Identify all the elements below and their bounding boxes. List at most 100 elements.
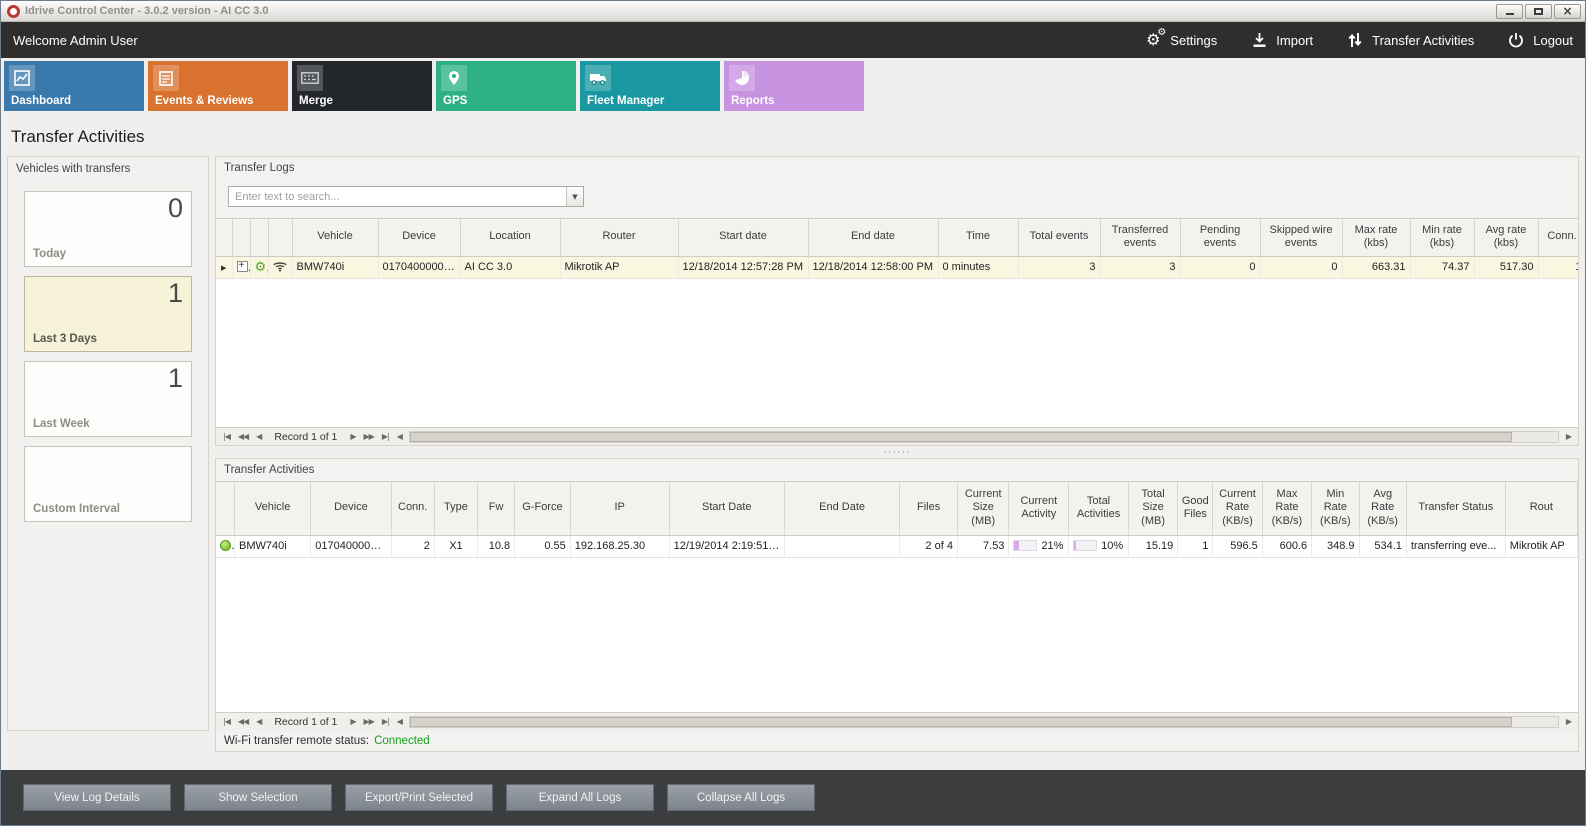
prev-record-button[interactable] xyxy=(253,432,264,441)
import-action[interactable]: Import xyxy=(1249,30,1313,50)
tile-fleet-manager[interactable]: Fleet Manager xyxy=(580,61,720,111)
col-vehicle[interactable]: Vehicle xyxy=(292,219,378,256)
tile-reports-label: Reports xyxy=(731,95,774,107)
cell-current-size: 7.53 xyxy=(957,535,1008,557)
view-log-details-button[interactable]: View Log Details xyxy=(23,784,171,811)
col-min-rate[interactable]: Min Rate (KB/s) xyxy=(1312,482,1359,535)
next-page-button[interactable] xyxy=(361,717,377,726)
wifi-status-line: Wi-Fi transfer remote status: Connected xyxy=(216,730,1578,751)
col-end-date[interactable]: End date xyxy=(808,219,938,256)
cell-total-events: 3 xyxy=(1018,256,1100,278)
cell-router: Mikrotik AP xyxy=(560,256,678,278)
prev-page-button[interactable] xyxy=(235,432,251,441)
col-current-size[interactable]: Current Size (MB) xyxy=(957,482,1008,535)
interval-card-last-week[interactable]: 1 Last Week xyxy=(24,361,192,437)
logs-scrollbar-thumb[interactable] xyxy=(410,432,1512,442)
scroll-right-button[interactable] xyxy=(1563,717,1574,726)
transfer-log-row[interactable]: BMW740i 017040000038 AI CC 3.0 Mikrotik … xyxy=(216,256,1578,278)
activities-horizontal-scrollbar[interactable] xyxy=(409,716,1559,728)
col-g-force[interactable]: G-Force xyxy=(515,482,571,535)
col-total-size[interactable]: Total Size (MB) xyxy=(1128,482,1177,535)
tile-merge[interactable]: Merge xyxy=(292,61,432,111)
cell-gear xyxy=(250,256,268,278)
col-max-rate[interactable]: Max Rate (KB/s) xyxy=(1262,482,1311,535)
first-record-button[interactable] xyxy=(220,432,233,441)
next-record-button[interactable] xyxy=(347,432,358,441)
col-time[interactable]: Time xyxy=(938,219,1018,256)
next-page-button[interactable] xyxy=(361,432,377,441)
interval-card-today[interactable]: 0 Today xyxy=(24,191,192,267)
logs-horizontal-scrollbar[interactable] xyxy=(409,431,1559,443)
import-label: Import xyxy=(1276,33,1313,48)
col-avg-rate[interactable]: Avg rate (kbs) xyxy=(1474,219,1538,256)
col-fw[interactable]: Fw xyxy=(478,482,515,535)
col-end-date[interactable]: End Date xyxy=(784,482,899,535)
col-type[interactable]: Type xyxy=(434,482,477,535)
col-start-date[interactable]: Start Date xyxy=(669,482,784,535)
wifi-status-label: Wi-Fi transfer remote status: xyxy=(224,735,369,747)
next-record-button[interactable] xyxy=(347,717,358,726)
transfer-activities-action[interactable]: Transfer Activities xyxy=(1345,30,1474,50)
search-dropdown-button[interactable] xyxy=(566,187,583,206)
col-good-files[interactable]: Good Files xyxy=(1178,482,1213,535)
export-print-selected-button[interactable]: Export/Print Selected xyxy=(345,784,493,811)
search-input[interactable] xyxy=(229,187,566,206)
gear-icon[interactable] xyxy=(255,260,267,275)
close-button[interactable] xyxy=(1554,4,1581,19)
minimize-button[interactable] xyxy=(1496,4,1523,19)
prev-record-button[interactable] xyxy=(253,717,264,726)
col-transfer-status[interactable]: Transfer Status xyxy=(1406,482,1505,535)
last-record-button[interactable] xyxy=(379,432,392,441)
expand-all-logs-button[interactable]: Expand All Logs xyxy=(506,784,654,811)
scroll-left-button[interactable] xyxy=(394,432,405,441)
col-conn[interactable]: Conn. xyxy=(391,482,434,535)
col-device[interactable]: Device xyxy=(378,219,460,256)
interval-card-custom[interactable]: Custom Interval xyxy=(24,446,192,522)
show-selection-button[interactable]: Show Selection xyxy=(184,784,332,811)
col-total-events[interactable]: Total events xyxy=(1018,219,1100,256)
tile-gps[interactable]: GPS xyxy=(436,61,576,111)
prev-page-button[interactable] xyxy=(235,717,251,726)
plus-box-icon[interactable] xyxy=(237,261,248,272)
scroll-left-button[interactable] xyxy=(394,717,405,726)
last-record-button[interactable] xyxy=(379,717,392,726)
logout-action[interactable]: Logout xyxy=(1506,30,1573,50)
col-start-date[interactable]: Start date xyxy=(678,219,808,256)
col-min-rate[interactable]: Min rate (kbs) xyxy=(1410,219,1474,256)
tile-fleet-label: Fleet Manager xyxy=(587,95,664,107)
col-total-activities[interactable]: Total Activities xyxy=(1069,482,1129,535)
col-ip[interactable]: IP xyxy=(570,482,669,535)
col-avg-rate[interactable]: Avg Rate (KB/s) xyxy=(1359,482,1406,535)
col-device[interactable]: Device xyxy=(311,482,391,535)
col-current-rate[interactable]: Current Rate (KB/s) xyxy=(1213,482,1262,535)
tile-reports[interactable]: Reports xyxy=(724,61,864,111)
first-record-button[interactable] xyxy=(220,717,233,726)
tile-events-reviews[interactable]: Events & Reviews xyxy=(148,61,288,111)
transfer-activity-row[interactable]: BMW740i 017040000038 2 X1 10.8 0.55 192.… xyxy=(216,535,1578,557)
col-router[interactable]: Router xyxy=(560,219,678,256)
interval-card-last-3-days[interactable]: 1 Last 3 Days xyxy=(24,276,192,352)
scroll-right-button[interactable] xyxy=(1563,432,1574,441)
maximize-button[interactable] xyxy=(1525,4,1552,19)
col-transferred-events[interactable]: Transferred events xyxy=(1100,219,1180,256)
cell-skipped-wire-events: 0 xyxy=(1260,256,1342,278)
col-current-activity[interactable]: Current Activity xyxy=(1009,482,1069,535)
col-max-rate[interactable]: Max rate (kbs) xyxy=(1342,219,1410,256)
titlebar[interactable]: Idrive Control Center - 3.0.2 version - … xyxy=(1,1,1585,22)
col-conn[interactable]: Conn. xyxy=(1538,219,1578,256)
panel-splitter[interactable] xyxy=(215,446,1579,458)
col-location[interactable]: Location xyxy=(460,219,560,256)
activities-scrollbar-thumb[interactable] xyxy=(410,717,1512,727)
cell-start-date: 12/18/2014 12:57:28 PM xyxy=(678,256,808,278)
collapse-all-logs-button[interactable]: Collapse All Logs xyxy=(667,784,815,811)
footer-toolbar: View Log Details Show Selection Export/P… xyxy=(1,770,1585,825)
col-router[interactable]: Rout xyxy=(1505,482,1577,535)
col-vehicle[interactable]: Vehicle xyxy=(235,482,311,535)
settings-action[interactable]: Settings xyxy=(1143,30,1217,50)
col-files[interactable]: Files xyxy=(900,482,958,535)
wifi-icon xyxy=(273,261,287,272)
activities-pager: Record 1 of 1 xyxy=(216,712,1578,730)
tile-dashboard[interactable]: Dashboard xyxy=(4,61,144,111)
col-pending-events[interactable]: Pending events xyxy=(1180,219,1260,256)
col-skipped-wire-events[interactable]: Skipped wire events xyxy=(1260,219,1342,256)
